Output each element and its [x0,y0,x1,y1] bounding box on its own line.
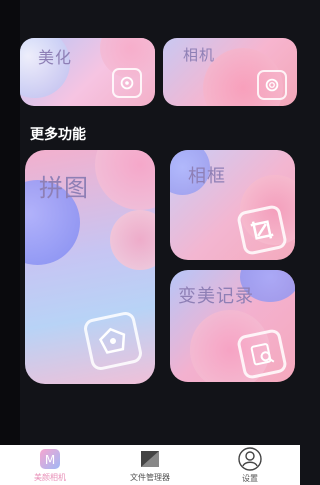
history-icon [235,327,289,381]
beautify-card[interactable]: 美化 [20,38,155,106]
camera-icon [257,70,287,100]
history-title: 变美记录 [178,286,254,307]
camera-card[interactable]: 相机 [163,38,297,106]
camera-title: 相机 [183,46,216,64]
beautify-icon [112,68,142,98]
collage-title: 拼图 [39,174,89,202]
tab-file-manager[interactable]: 文件管理器 [105,448,195,483]
tab-settings[interactable]: 设置 [205,446,295,484]
tab-label: 设置 [242,473,258,483]
user-icon [238,446,262,471]
collage-card[interactable]: 拼图 [25,150,155,384]
tab-label: 文件管理器 [130,472,170,482]
svg-text:M: M [45,453,55,467]
app-logo-icon: M [40,448,60,469]
bottom-tab-bar: M 美颜相机 文件管理器 设置 [0,445,300,485]
blob [95,150,155,210]
collage-icon [82,310,144,372]
more-features-title: 更多功能 [30,127,86,143]
frame-card[interactable]: 相框 [170,150,295,260]
tab-beauty-camera[interactable]: M 美颜相机 [5,448,95,483]
history-card[interactable]: 变美记录 [170,270,295,382]
beautify-title: 美化 [38,48,73,67]
left-edge-strip [0,0,20,445]
tab-label: 美颜相机 [34,472,66,482]
blob [110,210,155,270]
frame-icon [235,203,289,257]
frame-title: 相框 [188,166,226,187]
folder-icon [141,450,159,467]
